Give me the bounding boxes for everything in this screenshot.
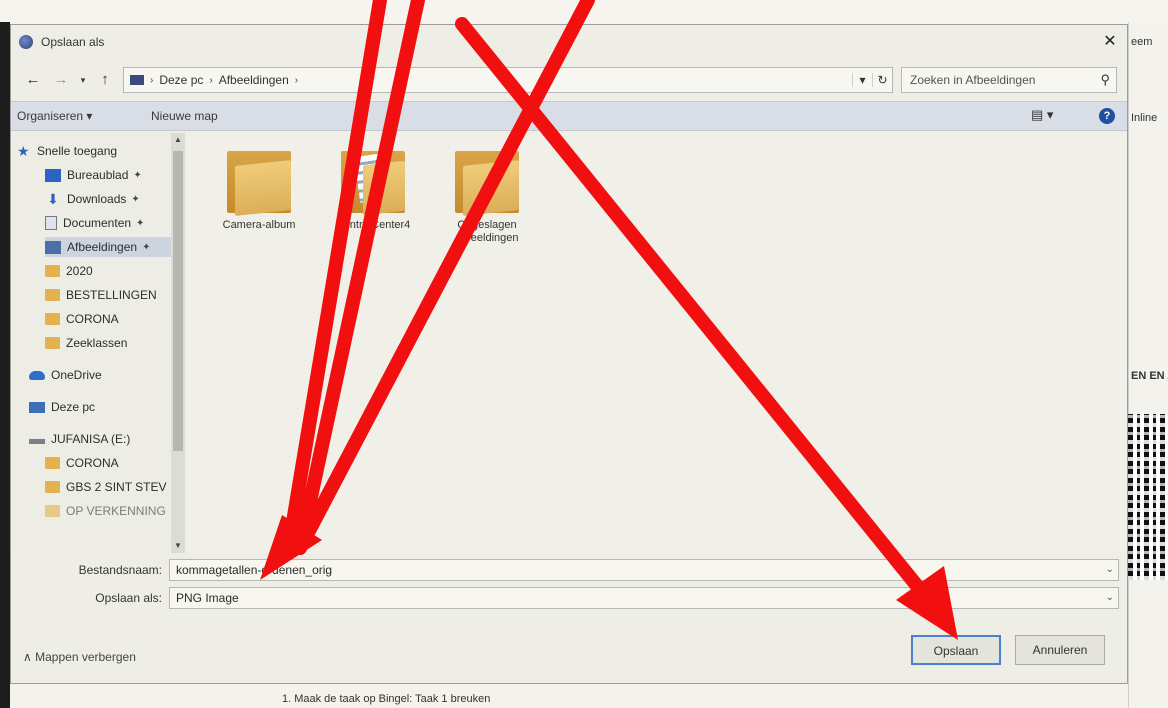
search-icon[interactable]: ⚲: [1100, 68, 1110, 92]
file-list: Camera-album ControlCenter4 Opgeslagen a…: [187, 133, 1127, 553]
organize-button[interactable]: Organiseren ▾: [17, 109, 92, 123]
desktop-icon: [45, 168, 61, 182]
address-row: ← → ▾ ↑ › Deze pc › Afbeeldingen › ▾ ↻ Z…: [11, 65, 1127, 95]
close-button[interactable]: ✕: [1099, 32, 1121, 52]
pin-icon: ✦: [133, 169, 142, 181]
scroll-thumb[interactable]: [173, 151, 183, 451]
search-placeholder: Zoeken in Afbeeldingen: [910, 73, 1036, 87]
chevron-down-icon[interactable]: ⌄: [1106, 560, 1114, 580]
folder-icon: [45, 265, 60, 277]
cloud-icon: [29, 370, 45, 380]
pictures-icon: [45, 240, 61, 254]
save-as-dialog: Opslaan als ✕ ← → ▾ ↑ › Deze pc › Afbeel…: [10, 24, 1128, 684]
screen-bezel: [0, 22, 10, 708]
address-dropdown-icon[interactable]: ▾: [852, 73, 872, 87]
breadcrumb-deze-pc[interactable]: Deze pc: [159, 73, 203, 87]
up-arrow-icon[interactable]: ↑: [95, 69, 115, 91]
download-icon: ⬇: [47, 191, 59, 207]
command-bar: Organiseren ▾ Nieuwe map ▤ ▾ ?: [11, 101, 1127, 131]
folder-with-documents-icon: [341, 151, 405, 216]
nav-item-snelle-toegang[interactable]: ★ Snelle toegang: [17, 141, 117, 161]
new-folder-button[interactable]: Nieuwe map: [151, 109, 218, 123]
nav-item-bureaublad[interactable]: Bureaublad ✦: [45, 165, 142, 185]
pin-icon: ✦: [136, 217, 145, 229]
nav-item-bestellingen[interactable]: BESTELLINGEN: [45, 285, 157, 305]
nav-item-jufanisa-drive[interactable]: JUFANISA (E:): [29, 429, 130, 449]
folder-icon: [45, 289, 60, 301]
nav-item-op-verkenning[interactable]: OP VERKENNING: [45, 501, 166, 521]
pin-icon: ✦: [142, 241, 151, 253]
search-input[interactable]: Zoeken in Afbeeldingen ⚲: [901, 67, 1117, 93]
hide-folders-toggle[interactable]: ∧ Mappen verbergen: [23, 650, 136, 664]
chevron-down-icon[interactable]: ⌄: [1106, 588, 1114, 608]
scroll-up-icon[interactable]: ▲: [171, 133, 185, 147]
background-webpage: eem Inline EN EN AF: [1128, 22, 1168, 708]
folder-opgeslagen-afbeeldingen[interactable]: Opgeslagen afbeeldingen: [437, 151, 537, 245]
view-options-icon[interactable]: ▤ ▾: [1031, 107, 1053, 123]
forward-arrow-icon[interactable]: →: [51, 69, 71, 91]
nav-item-downloads[interactable]: ⬇ Downloads ✦: [45, 189, 140, 209]
navigation-pane: ★ Snelle toegang Bureaublad ✦ ⬇ Download…: [11, 133, 186, 553]
computer-icon: [29, 401, 45, 413]
dialog-title: Opslaan als: [41, 35, 105, 49]
folder-icon: [45, 313, 60, 325]
background-fragment: EN EN AF: [1131, 370, 1168, 382]
breadcrumb-separator-icon[interactable]: ›: [150, 75, 153, 86]
folder-controlcenter4[interactable]: ControlCenter4: [323, 151, 423, 232]
filename-label: Bestandsnaam:: [78, 563, 162, 577]
nav-item-documenten[interactable]: Documenten ✦: [45, 213, 144, 233]
computer-icon: [130, 75, 144, 85]
background-page-top: [0, 0, 1168, 22]
folder-icon: [45, 457, 60, 469]
help-icon[interactable]: ?: [1099, 108, 1115, 124]
qr-code-image: [1128, 414, 1168, 580]
back-arrow-icon[interactable]: ←: [23, 69, 43, 91]
filetype-select[interactable]: PNG Image ⌄: [169, 587, 1119, 609]
breadcrumb-separator-icon[interactable]: ›: [295, 75, 298, 86]
scroll-down-icon[interactable]: ▼: [171, 539, 185, 553]
folder-icon: [455, 151, 519, 216]
recent-locations-chevron-icon[interactable]: ▾: [73, 69, 93, 91]
nav-item-gbs-sint-stev[interactable]: GBS 2 SINT STEV: [45, 477, 166, 497]
pin-icon: ✦: [131, 193, 140, 205]
drive-icon: [29, 438, 45, 444]
cancel-button[interactable]: Annuleren: [1015, 635, 1105, 665]
nav-item-deze-pc[interactable]: Deze pc: [29, 397, 95, 417]
address-bar[interactable]: › Deze pc › Afbeeldingen › ▾ ↻: [123, 67, 893, 93]
filetype-row: Opslaan als: PNG Image ⌄: [11, 587, 1127, 609]
nav-item-afbeeldingen[interactable]: Afbeeldingen ✦: [45, 237, 171, 257]
breadcrumb-separator-icon[interactable]: ›: [209, 75, 212, 86]
nav-item-onedrive[interactable]: OneDrive: [29, 365, 102, 385]
folder-icon: [45, 337, 60, 349]
folder-camera-album[interactable]: Camera-album: [209, 151, 309, 232]
folder-icon: [45, 481, 60, 493]
refresh-icon[interactable]: ↻: [872, 73, 892, 87]
navigation-scrollbar[interactable]: ▲ ▼: [171, 133, 185, 553]
save-button[interactable]: Opslaan: [911, 635, 1001, 665]
breadcrumb-afbeeldingen[interactable]: Afbeeldingen: [219, 73, 289, 87]
nav-item-corona-drive[interactable]: CORONA: [45, 453, 119, 473]
nav-item-zeeklassen[interactable]: Zeeklassen: [45, 333, 127, 353]
chrome-app-icon: [19, 35, 33, 49]
chevron-up-icon: ∧: [23, 650, 32, 664]
nav-item-corona[interactable]: CORONA: [45, 309, 119, 329]
folder-icon: [45, 505, 60, 517]
folder-icon: [227, 151, 291, 216]
title-bar: Opslaan als ✕: [11, 25, 1127, 59]
filename-row: Bestandsnaam: kommagetallen-ordenen_orig…: [11, 559, 1127, 581]
background-fragment: eem: [1131, 36, 1153, 48]
background-instruction-text: 1. Maak de taak op Bingel: Taak 1 breuke…: [282, 693, 491, 705]
filetype-label: Opslaan als:: [95, 591, 162, 605]
documents-icon: [45, 216, 57, 230]
nav-item-2020[interactable]: 2020: [45, 261, 93, 281]
filename-input[interactable]: kommagetallen-ordenen_orig ⌄: [169, 559, 1119, 581]
background-fragment: Inline: [1131, 112, 1158, 124]
star-icon: ★: [17, 143, 30, 159]
